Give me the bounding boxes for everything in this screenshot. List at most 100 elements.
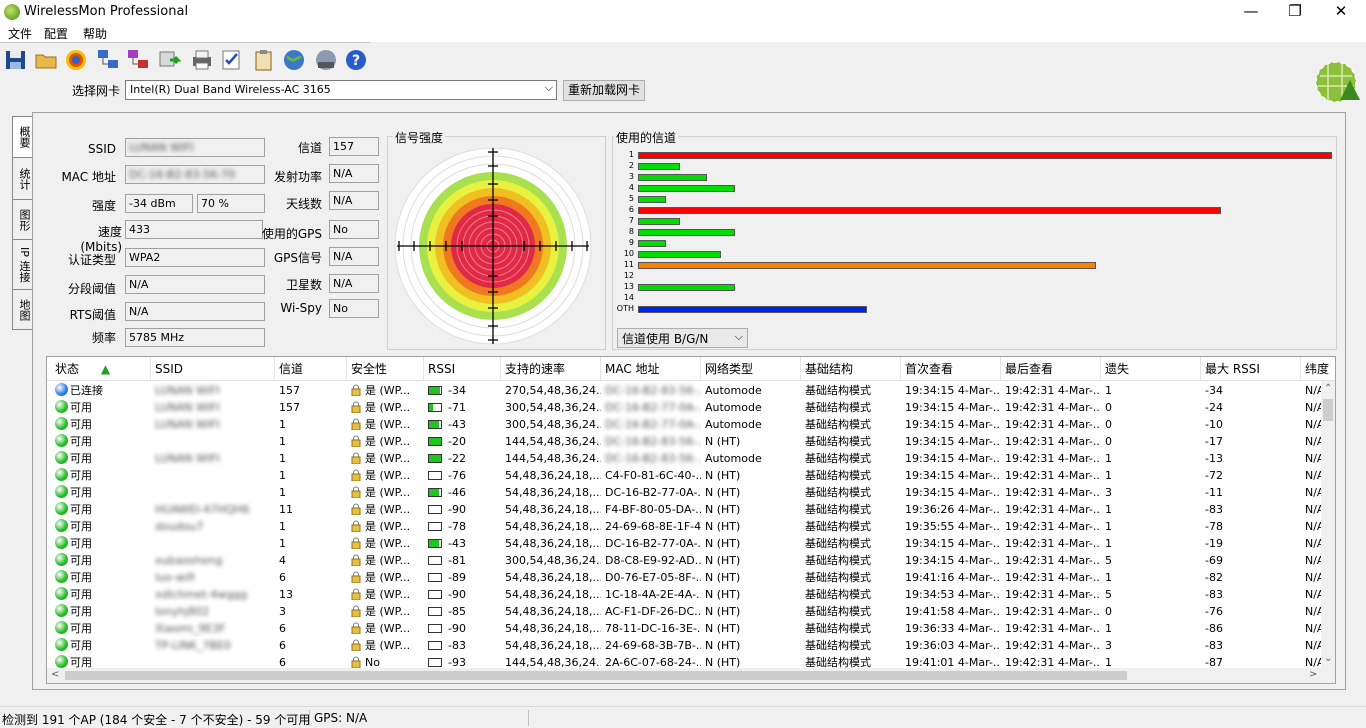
scroll-down-icon[interactable]: ⌄ — [1324, 653, 1332, 664]
nic-dropdown[interactable]: Intel(R) Dual Band Wireless-AC 3165 ⌵ — [125, 80, 557, 100]
maximize-button[interactable]: ❐ — [1272, 0, 1318, 24]
network-color-icon[interactable] — [126, 48, 150, 72]
column-header[interactable]: 网络类型 — [701, 357, 801, 381]
infra-text: 基础结构模式 — [805, 486, 871, 499]
infra-text: 基础结构模式 — [805, 384, 871, 397]
table-row[interactable]: 可用 1 是 (WP... -76 54,48,36,24,18,... C4-F0-81… — [47, 467, 1324, 484]
horizontal-scrollbar[interactable]: < > — [47, 668, 1335, 683]
table-row[interactable]: 可用 luo-wifi 6 是 (WP... -89 54,48,36,24,18,...… — [47, 569, 1324, 586]
channel-label: 4 — [628, 183, 634, 192]
auth-value: WPA2 — [125, 248, 265, 267]
column-header[interactable]: 最大 RSSI — [1201, 357, 1301, 381]
table-row[interactable]: 可用 1 是 (WP... -46 54,48,36,24,18,... DC-16-B2… — [47, 484, 1324, 501]
network-type-cell: N (HT) — [701, 501, 801, 518]
scroll-up-icon[interactable]: ⌃ — [1324, 383, 1332, 394]
menu-bar: 文件 配置 帮助 — [0, 24, 1366, 42]
type-text: N (HT) — [705, 554, 741, 567]
globe-gray-icon[interactable] — [314, 48, 338, 72]
infra-text: 基础结构模式 — [805, 452, 871, 465]
close-button[interactable]: ✕ — [1318, 0, 1364, 24]
ssid-text: TP-LINK_7BE0 — [155, 639, 231, 652]
ssid-text: LUNAN WIFI — [155, 401, 220, 414]
table-row[interactable]: 可用 1 是 (WP... -20 144,54,48,36,24... DC-16-B2… — [47, 433, 1324, 450]
status-cell: 可用 — [51, 603, 151, 620]
infrastructure-cell: 基础结构模式 — [801, 484, 901, 501]
rssi-meter-icon — [428, 471, 442, 480]
table-row[interactable]: 可用 HUAWEI-47HQH6 11 是 (WP... -90 54,48,36,24,… — [47, 501, 1324, 518]
channel-text: 1 — [279, 537, 286, 550]
table-row[interactable]: 可用 xdlchmet-4wggg 13 是 (WP... -90 54,48,36,24… — [47, 586, 1324, 603]
scroll-right-icon[interactable]: > — [1309, 669, 1317, 680]
mac-cell: C4-F0-81-6C-40-... — [601, 467, 701, 484]
status-text: 可用 — [70, 452, 92, 465]
menu-config[interactable]: 配置 — [44, 25, 68, 42]
lost-cell: 0 — [1101, 433, 1201, 450]
globe-icon[interactable] — [282, 48, 306, 72]
menu-file[interactable]: 文件 — [8, 25, 32, 42]
status-text: 可用 — [70, 639, 92, 652]
help-icon[interactable]: ? — [344, 48, 368, 72]
table-row[interactable]: 可用 1 是 (WP... -43 54,48,36,24,18,... DC-16-B2… — [47, 535, 1324, 552]
table-row[interactable]: 可用 lonyhj802 3 是 (WP... -85 54,48,36,24,18,..… — [47, 603, 1324, 620]
last-seen-cell: 19:42:31 4-Mar-... — [1001, 620, 1101, 637]
column-header[interactable]: 最后查看 — [1001, 357, 1101, 381]
column-header[interactable]: 状态 ▲ — [51, 357, 151, 381]
column-header[interactable]: 安全性 — [347, 357, 424, 381]
column-header[interactable]: 遗失 — [1101, 357, 1201, 381]
vertical-scroll-thumb[interactable] — [1323, 399, 1333, 421]
rssi-meter-icon — [428, 488, 442, 497]
column-header[interactable]: MAC 地址 — [601, 357, 701, 381]
table-row[interactable]: 可用 TP-LINK_7BE0 6 是 (WP... -83 54,48,36,24,18… — [47, 637, 1324, 654]
table-row[interactable]: 可用 Xiaomi_9E3F 6 是 (WP... -90 54,48,36,24,18,… — [47, 620, 1324, 637]
ssid-cell: LUNAN WIFI — [151, 399, 275, 416]
vertical-scrollbar[interactable]: ⌃ ⌄ — [1321, 381, 1335, 669]
export-green-icon[interactable] — [158, 48, 182, 72]
table-row[interactable]: 已连接 LUNAN WIFI 157 是 (WP... -34 270,54,48,36,… — [47, 382, 1324, 399]
target-icon[interactable] — [64, 48, 88, 72]
open-folder-icon[interactable] — [34, 48, 58, 72]
column-header[interactable]: 支持的速率 — [501, 357, 601, 381]
column-header[interactable]: 纬度 — [1301, 357, 1335, 381]
infrastructure-cell: 基础结构模式 — [801, 552, 901, 569]
tab-graph[interactable]: 图形 — [12, 200, 32, 240]
table-row[interactable]: 可用 LUNAN WIFI 1 是 (WP... -22 144,54,48,36,24.… — [47, 450, 1324, 467]
security-cell: 是 (WP... — [347, 484, 424, 501]
rates-cell: 54,48,36,24,18,... — [501, 603, 601, 620]
clipboard-icon[interactable] — [252, 48, 276, 72]
table-row[interactable]: 可用 LUNAN WIFI 1 是 (WP... -43 300,54,48,36,24.… — [47, 416, 1324, 433]
minimize-button[interactable]: — — [1228, 0, 1274, 24]
tab-statistics[interactable]: 统计 — [12, 158, 32, 200]
sec-text: 是 (WP... — [365, 520, 411, 533]
first-seen-cell: 19:34:53 4-Mar-... — [901, 586, 1001, 603]
rssi-meter-icon — [428, 454, 442, 463]
channel-cell: 1 — [275, 433, 347, 450]
table-row[interactable]: 可用 doudou7 1 是 (WP... -78 54,48,36,24,18,... 2… — [47, 518, 1324, 535]
network-type-cell: N (HT) — [701, 535, 801, 552]
tab-summary[interactable]: 概要 — [12, 116, 32, 158]
save-icon[interactable] — [4, 48, 28, 72]
column-header[interactable]: 首次查看 — [901, 357, 1001, 381]
column-header[interactable]: 信道 — [275, 357, 347, 381]
network-config-icon[interactable] — [96, 48, 120, 72]
mac-cell: D8-C8-E9-92-AD... — [601, 552, 701, 569]
tab-ip-connection[interactable]: IP 连接 — [12, 240, 32, 290]
horizontal-scroll-thumb[interactable] — [65, 671, 1127, 680]
tab-map[interactable]: 地图 — [12, 290, 32, 330]
column-header[interactable]: RSSI — [424, 357, 501, 381]
column-header-label: MAC 地址 — [605, 362, 660, 376]
checklist-icon[interactable] — [220, 48, 244, 72]
table-row[interactable]: 可用 xubaosheng 4 是 (WP... -81 300,54,48,36,24.… — [47, 552, 1324, 569]
lost-cell: 1 — [1101, 535, 1201, 552]
reload-nic-button[interactable]: 重新加载网卡 — [563, 80, 645, 101]
print-icon[interactable] — [190, 48, 214, 72]
max-text: -78 — [1205, 520, 1223, 533]
channel-mode-dropdown[interactable]: 信道使用 B/G/N ⌵ — [617, 328, 748, 348]
status-dot-icon — [55, 621, 68, 634]
status-dot-icon — [55, 485, 68, 498]
table-row[interactable]: 可用 LUNAN WIFI 157 是 (WP... -71 300,54,48,36,2… — [47, 399, 1324, 416]
column-header[interactable]: SSID — [151, 357, 275, 381]
tx-power-label: 发射功率 — [273, 170, 322, 184]
column-header[interactable]: 基础结构 — [801, 357, 901, 381]
menu-help[interactable]: 帮助 — [83, 25, 107, 42]
scroll-left-icon[interactable]: < — [51, 669, 59, 680]
